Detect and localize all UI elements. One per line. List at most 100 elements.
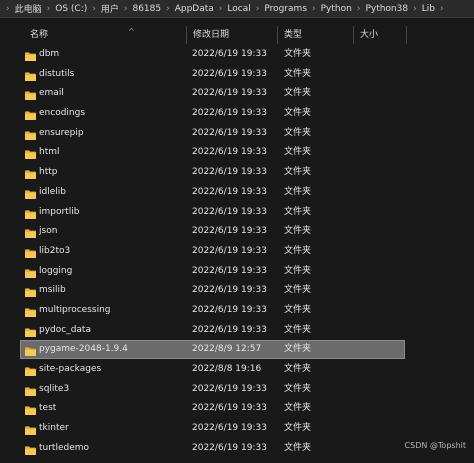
breadcrumb-item[interactable]: 用户 <box>100 2 120 15</box>
file-row[interactable]: site-packages 2022/8/8 19:16 文件夹 <box>0 360 474 380</box>
breadcrumb-item[interactable]: AppData <box>174 4 215 14</box>
folder-icon <box>25 404 36 416</box>
file-modified-date: 2022/6/19 19:33 <box>192 127 267 138</box>
file-name: site-packages <box>39 364 102 374</box>
chevron-right-icon[interactable]: › <box>409 4 421 14</box>
file-type: 文件夹 <box>284 167 312 178</box>
chevron-right-icon[interactable]: › <box>252 4 264 14</box>
file-name: json <box>39 226 58 237</box>
file-row[interactable]: ensurepip 2022/6/19 19:33 文件夹 <box>0 124 474 144</box>
chevron-right-icon[interactable]: › <box>215 4 227 14</box>
file-modified-date: 2022/6/19 19:33 <box>192 245 267 256</box>
file-name: idlelib <box>39 186 66 197</box>
folder-icon <box>25 306 36 317</box>
file-row[interactable]: pydoc_data 2022/6/19 19:33 文件夹 <box>0 321 474 341</box>
breadcrumb-item[interactable]: Local <box>226 4 251 14</box>
file-row[interactable]: html 2022/6/19 19:33 文件夹 <box>0 143 474 163</box>
file-row[interactable]: pygame-2048-1.9.4 2022/8/9 12:57 文件夹 <box>0 340 474 360</box>
sort-indicator: ^ <box>128 27 135 36</box>
breadcrumb-item[interactable]: Programs <box>263 4 308 14</box>
file-modified-date: 2022/6/19 19:33 <box>192 423 267 434</box>
file-type: 文件夹 <box>284 245 312 256</box>
file-modified-date: 2022/6/19 19:33 <box>192 383 267 394</box>
file-modified-date: 2022/6/19 19:33 <box>192 206 267 217</box>
folder-icon <box>25 129 36 140</box>
file-type: 文件夹 <box>284 49 312 59</box>
file-type: 文件夹 <box>284 265 312 276</box>
file-type: 文件夹 <box>284 324 312 335</box>
breadcrumb-item[interactable]: OS (C:) <box>54 4 88 14</box>
breadcrumb-item[interactable]: Lib <box>421 4 436 14</box>
file-row[interactable]: email 2022/6/19 19:33 文件夹 <box>0 84 474 104</box>
folder-icon <box>25 50 36 61</box>
chevron-right-icon[interactable]: › <box>308 4 320 14</box>
file-row[interactable]: tkinter 2022/6/19 19:33 文件夹 <box>0 419 474 439</box>
breadcrumb-item[interactable]: Python38 <box>364 4 409 14</box>
file-name: html <box>39 147 60 158</box>
column-header-name-label: 名称 <box>30 30 49 40</box>
file-row[interactable]: multiprocessing 2022/6/19 19:33 文件夹 <box>0 301 474 321</box>
file-modified-date: 2022/6/19 19:33 <box>192 68 267 79</box>
file-type: 文件夹 <box>284 68 312 79</box>
folder-icon <box>25 168 36 180</box>
file-name: pydoc_data <box>39 324 91 335</box>
file-row[interactable]: turtledemo 2022/6/19 19:33 文件夹 <box>0 439 474 459</box>
breadcrumb-item[interactable]: 86185 <box>131 4 162 14</box>
file-name: tkinter <box>39 423 69 434</box>
breadcrumb-item[interactable]: Python <box>320 4 353 14</box>
file-row[interactable]: encodings 2022/6/19 19:33 文件夹 <box>0 104 474 124</box>
column-header-name[interactable]: ^ 名称 <box>24 26 186 44</box>
file-modified-date: 2022/6/19 19:33 <box>192 226 267 237</box>
file-row[interactable]: logging 2022/6/19 19:33 文件夹 <box>0 262 474 282</box>
file-row[interactable]: sqlite3 2022/6/19 19:33 文件夹 <box>0 380 474 400</box>
file-row[interactable]: msilib 2022/6/19 19:33 文件夹 <box>0 281 474 301</box>
chevron-right-icon[interactable]: › <box>43 4 55 14</box>
file-name: sqlite3 <box>39 383 70 394</box>
file-modified-date: 2022/6/19 19:33 <box>192 49 267 59</box>
file-name: email <box>39 88 64 99</box>
file-type: 文件夹 <box>284 423 312 434</box>
file-list: dbm 2022/6/19 19:33 文件夹 distutils 2022/6/19 … <box>0 45 474 458</box>
column-header-modified[interactable]: 修改日期 <box>187 26 277 44</box>
file-name: logging <box>39 265 73 276</box>
column-header-size-label: 大小 <box>360 30 379 40</box>
chevron-right-icon[interactable]: › <box>2 4 14 14</box>
file-name: pygame-2048-1.9.4 <box>39 344 128 355</box>
breadcrumb-item[interactable]: 此电脑 <box>14 2 43 15</box>
file-name: http <box>39 167 58 178</box>
folder-icon <box>25 148 36 160</box>
file-name: turtledemo <box>39 442 90 453</box>
file-type: 文件夹 <box>284 186 312 197</box>
file-modified-date: 2022/6/19 19:33 <box>192 88 267 99</box>
file-type: 文件夹 <box>284 226 312 237</box>
file-name: msilib <box>39 285 66 296</box>
file-name: lib2to3 <box>39 245 71 256</box>
column-header-type[interactable]: 类型 <box>278 26 353 44</box>
column-divider[interactable] <box>406 26 407 44</box>
file-row[interactable]: dbm 2022/6/19 19:33 文件夹 <box>0 45 474 65</box>
chevron-right-icon[interactable]: › <box>88 4 100 14</box>
folder-icon <box>25 365 36 376</box>
file-row[interactable]: test 2022/6/19 19:33 文件夹 <box>0 399 474 419</box>
chevron-right-icon[interactable]: › <box>120 4 132 14</box>
file-modified-date: 2022/6/19 19:33 <box>192 167 267 178</box>
file-type: 文件夹 <box>284 147 312 158</box>
file-row[interactable]: lib2to3 2022/6/19 19:33 文件夹 <box>0 242 474 262</box>
file-row[interactable]: distutils 2022/6/19 19:33 文件夹 <box>0 65 474 85</box>
file-modified-date: 2022/8/8 19:16 <box>192 364 262 374</box>
file-type: 文件夹 <box>284 383 312 394</box>
chevron-right-icon[interactable]: › <box>353 4 365 14</box>
file-type: 文件夹 <box>284 108 312 119</box>
file-row[interactable]: importlib 2022/6/19 19:33 文件夹 <box>0 203 474 223</box>
column-header-size[interactable]: 大小 <box>354 26 406 44</box>
breadcrumb: › 此电脑 › OS (C:) › 用户 › 86185 › AppData › Local › Pro… <box>0 0 474 18</box>
file-row[interactable]: idlelib 2022/6/19 19:33 文件夹 <box>0 183 474 203</box>
chevron-right-icon[interactable]: › <box>162 4 174 14</box>
file-modified-date: 2022/6/19 19:33 <box>192 442 267 453</box>
chevron-right-icon[interactable]: › <box>436 4 448 14</box>
file-type: 文件夹 <box>284 304 312 315</box>
file-row[interactable]: http 2022/6/19 19:33 文件夹 <box>0 163 474 183</box>
file-modified-date: 2022/6/19 19:33 <box>192 403 267 414</box>
file-row[interactable]: json 2022/6/19 19:33 文件夹 <box>0 222 474 242</box>
folder-icon <box>25 89 36 101</box>
